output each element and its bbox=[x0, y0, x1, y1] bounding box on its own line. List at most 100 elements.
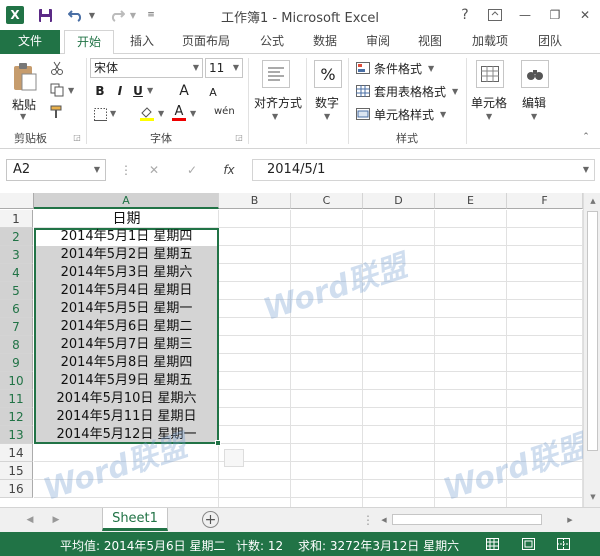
tab-review[interactable]: 审阅 bbox=[356, 30, 400, 54]
cell-a10[interactable]: 2014年5月9日 星期五 bbox=[34, 372, 219, 390]
paste-label[interactable]: 粘贴 bbox=[12, 96, 36, 113]
restore-icon[interactable]: ❐ bbox=[545, 6, 565, 24]
undo-icon[interactable] bbox=[66, 6, 86, 24]
borders-dropdown-icon[interactable]: ▼ bbox=[110, 109, 116, 118]
normal-view-icon[interactable] bbox=[484, 536, 500, 552]
row-header[interactable]: 2 bbox=[0, 228, 33, 246]
editing-icon[interactable] bbox=[521, 60, 549, 88]
tab-home[interactable]: 开始 bbox=[64, 30, 114, 55]
redo-icon[interactable] bbox=[107, 6, 127, 24]
column-header[interactable]: A bbox=[34, 193, 219, 209]
cell-a6[interactable]: 2014年5月5日 星期一 bbox=[34, 300, 219, 318]
page-break-view-icon[interactable] bbox=[555, 536, 571, 552]
spreadsheet-grid[interactable]: A B C D E F 1 2 3 4 5 6 7 8 9 10 11 12 13 14 15 16 日期 20… bbox=[0, 193, 583, 507]
page-layout-view-icon[interactable] bbox=[520, 536, 536, 552]
grow-font-button[interactable]: A bbox=[176, 82, 192, 100]
row-header[interactable]: 15 bbox=[0, 462, 33, 480]
font-color-dropdown-icon[interactable]: ▼ bbox=[190, 109, 196, 118]
paste-dropdown-icon[interactable]: ▼ bbox=[20, 112, 26, 121]
tab-addins[interactable]: 加载项 bbox=[462, 30, 518, 54]
cell-style-button[interactable]: 单元格样式 bbox=[374, 106, 434, 123]
format-painter-icon[interactable] bbox=[48, 104, 66, 120]
cell-a1[interactable]: 日期 bbox=[34, 210, 219, 228]
tab-formulas[interactable]: 公式 bbox=[250, 30, 294, 54]
horizontal-scrollbar[interactable]: ◀ ▶ bbox=[378, 512, 578, 528]
cell-a5[interactable]: 2014年5月4日 星期日 bbox=[34, 282, 219, 300]
fill-color-dropdown-icon[interactable]: ▼ bbox=[158, 109, 164, 118]
tab-insert[interactable]: 插入 bbox=[120, 30, 164, 54]
tab-data[interactable]: 数据 bbox=[303, 30, 347, 54]
editing-label[interactable]: 编辑 bbox=[522, 94, 546, 111]
cell-a9[interactable]: 2014年5月8日 星期四 bbox=[34, 354, 219, 372]
enter-icon[interactable]: ✓ bbox=[182, 161, 202, 179]
row-header[interactable]: 7 bbox=[0, 318, 33, 336]
row-header[interactable]: 16 bbox=[0, 480, 33, 498]
row-header[interactable]: 8 bbox=[0, 336, 33, 354]
minimize-icon[interactable]: — bbox=[515, 6, 535, 24]
scroll-down-icon[interactable]: ▼ bbox=[587, 491, 599, 503]
cut-icon[interactable] bbox=[48, 60, 66, 76]
quick-analysis-icon[interactable] bbox=[224, 449, 244, 467]
excel-app-icon[interactable]: X bbox=[6, 6, 24, 24]
cell-a2[interactable]: 2014年5月1日 星期四 bbox=[34, 228, 219, 246]
row-header[interactable]: 12 bbox=[0, 408, 33, 426]
column-header[interactable]: B bbox=[219, 193, 291, 209]
row-header[interactable]: 10 bbox=[0, 372, 33, 390]
editing-dropdown-icon[interactable]: ▼ bbox=[531, 112, 537, 121]
ribbon-display-icon[interactable] bbox=[486, 8, 504, 22]
table-format-icon[interactable] bbox=[355, 84, 371, 98]
underline-button[interactable]: U bbox=[130, 82, 146, 100]
alignment-icon[interactable] bbox=[262, 60, 290, 88]
conditional-format-icon[interactable] bbox=[355, 61, 371, 75]
name-box[interactable]: A2 ▼ bbox=[6, 159, 106, 181]
redo-dropdown-icon[interactable]: ▼ bbox=[128, 9, 138, 21]
phonetic-button[interactable]: wén bbox=[214, 106, 235, 117]
cells-icon[interactable] bbox=[476, 60, 504, 88]
table-format-dropdown-icon[interactable]: ▼ bbox=[452, 87, 458, 96]
expand-formula-icon[interactable]: ▼ bbox=[583, 160, 589, 180]
conditional-format-button[interactable]: 条件格式 bbox=[374, 60, 422, 77]
sheet-options-icon[interactable]: ⋮ bbox=[362, 513, 374, 527]
row-header[interactable]: 4 bbox=[0, 264, 33, 282]
row-header[interactable]: 9 bbox=[0, 354, 33, 372]
help-icon[interactable]: ? bbox=[455, 6, 475, 24]
scroll-right-icon[interactable]: ▶ bbox=[564, 514, 576, 526]
font-name-dropdown-icon[interactable]: ▼ bbox=[193, 59, 199, 77]
select-all-corner[interactable] bbox=[0, 193, 34, 209]
alignment-label[interactable]: 对齐方式 bbox=[254, 94, 302, 111]
clipboard-launcher-icon[interactable]: ◲ bbox=[72, 132, 82, 142]
borders-icon[interactable] bbox=[92, 106, 108, 122]
row-header[interactable]: 13 bbox=[0, 426, 33, 444]
column-header[interactable]: F bbox=[507, 193, 583, 209]
save-icon[interactable] bbox=[36, 6, 54, 24]
row-header[interactable]: 1 bbox=[0, 210, 33, 228]
add-sheet-icon[interactable]: + bbox=[202, 511, 219, 528]
formula-options-icon[interactable]: ⋮ bbox=[120, 161, 132, 179]
bold-button[interactable]: B bbox=[92, 82, 108, 100]
underline-dropdown-icon[interactable]: ▼ bbox=[147, 86, 153, 95]
insert-function-icon[interactable]: fx bbox=[218, 161, 240, 179]
cell-a13[interactable]: 2014年5月12日 星期一 bbox=[34, 426, 219, 444]
vertical-scrollbar[interactable]: ▲ ▼ bbox=[583, 193, 600, 507]
tab-page-layout[interactable]: 页面布局 bbox=[172, 30, 240, 54]
cell-a12[interactable]: 2014年5月11日 星期日 bbox=[34, 408, 219, 426]
column-header[interactable]: E bbox=[435, 193, 507, 209]
conditional-format-dropdown-icon[interactable]: ▼ bbox=[428, 64, 434, 73]
number-label[interactable]: 数字 bbox=[315, 94, 339, 111]
italic-button[interactable]: I bbox=[112, 82, 128, 100]
copy-dropdown-icon[interactable]: ▼ bbox=[68, 86, 74, 95]
shrink-font-button[interactable]: A bbox=[205, 84, 221, 100]
fill-color-icon[interactable] bbox=[138, 104, 156, 122]
row-header[interactable]: 11 bbox=[0, 390, 33, 408]
prev-sheet-icon[interactable]: ◀ bbox=[24, 513, 36, 527]
next-sheet-icon[interactable]: ▶ bbox=[50, 513, 62, 527]
row-header[interactable]: 6 bbox=[0, 300, 33, 318]
font-launcher-icon[interactable]: ◲ bbox=[234, 132, 244, 142]
name-box-dropdown-icon[interactable]: ▼ bbox=[94, 160, 100, 180]
cell-a7[interactable]: 2014年5月6日 星期二 bbox=[34, 318, 219, 336]
number-format-icon[interactable]: % bbox=[314, 60, 342, 88]
font-name-box[interactable]: 宋体 ▼ bbox=[90, 58, 203, 78]
cell-a8[interactable]: 2014年5月7日 星期三 bbox=[34, 336, 219, 354]
formula-input[interactable]: 2014/5/1 ▼ bbox=[252, 159, 595, 181]
close-icon[interactable]: ✕ bbox=[575, 6, 595, 24]
